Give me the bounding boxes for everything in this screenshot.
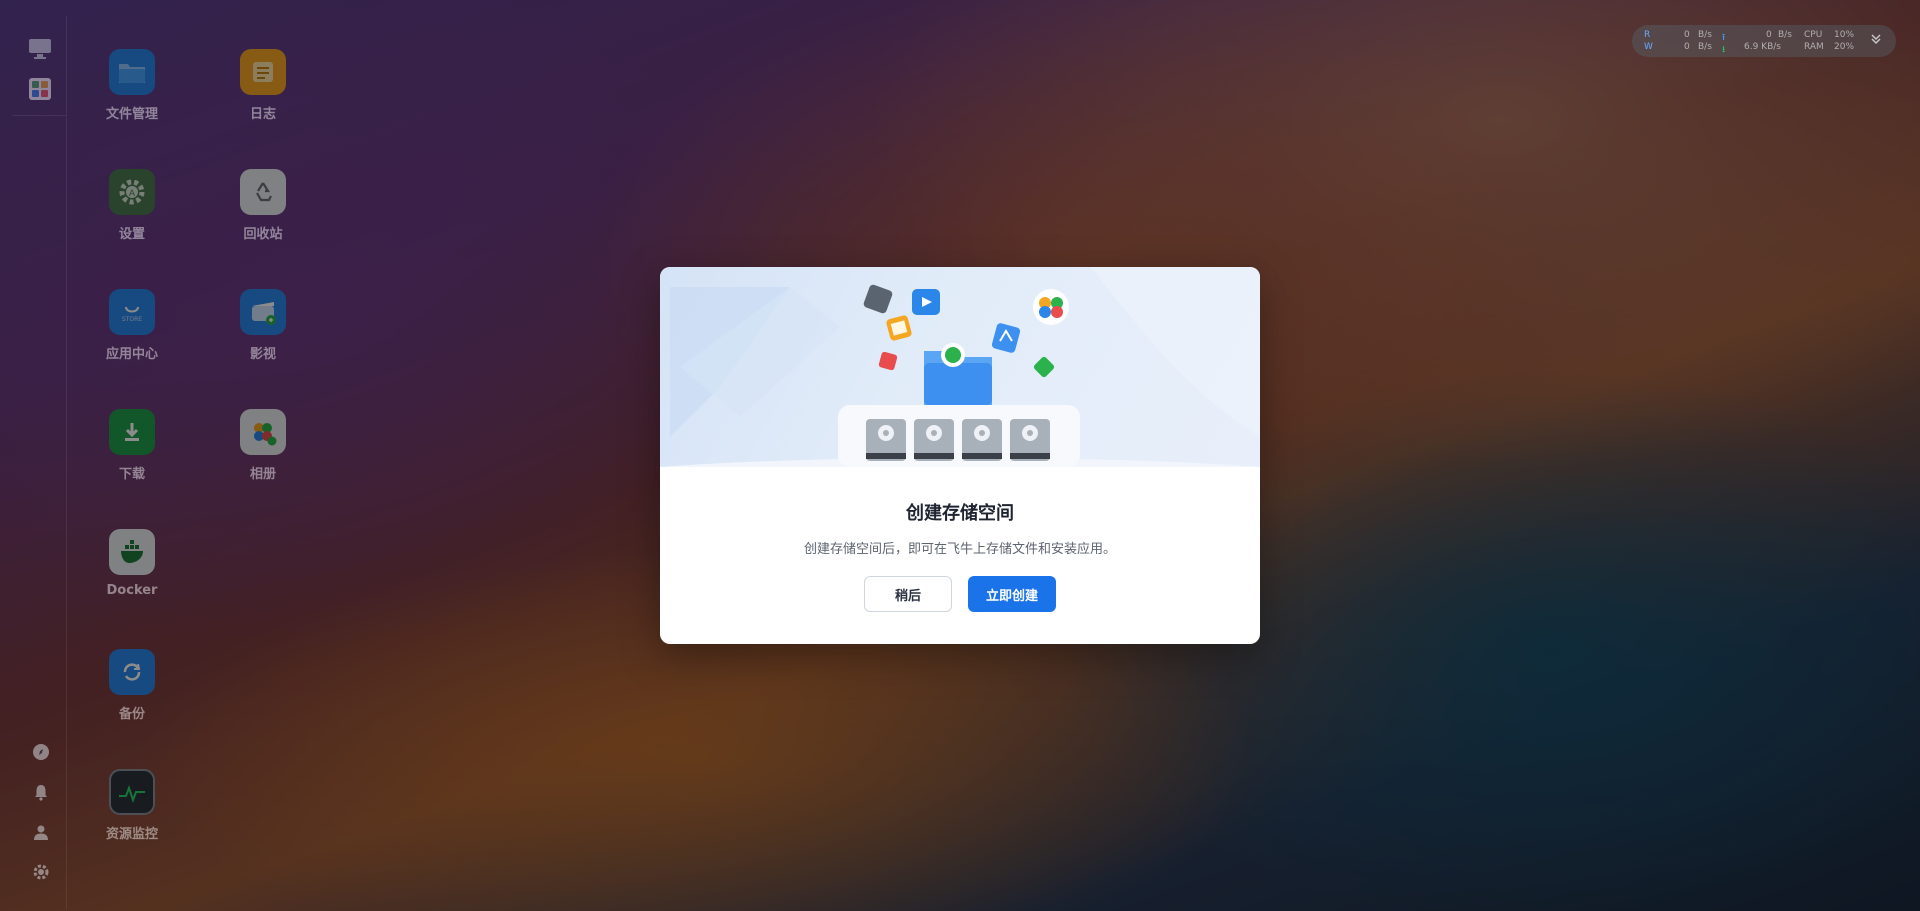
desktop-app-label: 相册 <box>249 467 276 482</box>
desktop-app-label: 回收站 <box>243 227 283 242</box>
upload-unit: B/s <box>1778 30 1792 40</box>
write-speed: 0 <box>1684 42 1690 52</box>
dialog-description: 创建存储空间后，即可在飞牛上存储文件和安装应用。 <box>803 542 1116 557</box>
desktop-app-settings[interactable]: A 设置 <box>77 169 187 242</box>
dock-divider <box>12 115 66 116</box>
app-grid-icon[interactable] <box>27 76 53 102</box>
upload-speed: 0 <box>1766 30 1772 40</box>
desktop-icon[interactable] <box>27 36 53 62</box>
photo-album-icon <box>240 409 286 455</box>
desktop-app-photo-album[interactable]: 相册 <box>208 409 318 482</box>
desktop-app-label: 文件管理 <box>105 107 158 122</box>
desktop-app-label: 影视 <box>249 347 276 362</box>
svg-text:A: A <box>129 189 136 199</box>
later-button[interactable]: 稍后 <box>864 576 952 612</box>
desktop-app-label: 日志 <box>249 107 276 122</box>
download-icon <box>109 409 155 455</box>
desktop-app-video[interactable]: 影视 <box>208 289 318 362</box>
download-speed: 6.9 KB/s <box>1744 42 1781 52</box>
desktop-app-label: 资源监控 <box>105 827 158 842</box>
dialog-illustration <box>660 267 1260 467</box>
compass-icon[interactable] <box>30 741 52 763</box>
folder-icon <box>109 49 155 95</box>
dialog-title: 创建存储空间 <box>906 503 1014 524</box>
desktop-app-download[interactable]: 下载 <box>77 409 187 482</box>
bell-icon[interactable] <box>30 781 52 803</box>
desktop-app-log[interactable]: 日志 <box>208 49 318 122</box>
desktop-app-docker[interactable]: Docker <box>77 529 187 598</box>
desktop-app-recycle-bin[interactable]: 回收站 <box>208 169 318 242</box>
resource-monitor-icon <box>109 769 155 815</box>
read-label: R <box>1644 30 1651 40</box>
chevron-down-icon[interactable] <box>1870 33 1882 48</box>
write-label: W <box>1644 42 1653 52</box>
docker-icon <box>109 529 155 575</box>
desktop-app-label: 应用中心 <box>105 347 158 362</box>
gear-icon[interactable] <box>30 861 52 883</box>
store-icon: STORE <box>109 289 155 335</box>
cpu-label: CPU <box>1804 30 1823 40</box>
recycle-bin-icon <box>240 169 286 215</box>
desktop-app-label: 设置 <box>118 227 145 242</box>
write-unit: B/s <box>1698 42 1712 52</box>
desktop-app-resource-monitor[interactable]: 资源监控 <box>77 769 187 842</box>
user-icon[interactable] <box>30 821 52 843</box>
download-arrow-icon: ⭳ <box>1722 45 1726 55</box>
desktop-app-backup[interactable]: 备份 <box>77 649 187 722</box>
desktop-app-label: 下载 <box>118 467 145 482</box>
log-icon <box>240 49 286 95</box>
create-storage-dialog: 创建存储空间 创建存储空间后，即可在飞牛上存储文件和安装应用。 稍后 立即创建 <box>660 267 1260 644</box>
system-stats-widget[interactable]: R 0 B/s ⭱ 0 B/s CPU 10% W 0 B/s ⭳ 6.9 KB… <box>1632 25 1896 57</box>
settings-icon: A <box>109 169 155 215</box>
read-speed: 0 <box>1684 30 1690 40</box>
video-icon <box>240 289 286 335</box>
desktop-app-file-manager[interactable]: 文件管理 <box>77 49 187 122</box>
desktop-app-store[interactable]: STORE 应用中心 <box>77 289 187 362</box>
read-unit: B/s <box>1698 30 1712 40</box>
left-dock <box>12 16 67 909</box>
svg-text:STORE: STORE <box>122 316 142 323</box>
desktop-app-label: Docker <box>106 583 158 598</box>
ram-label: RAM <box>1804 42 1824 52</box>
cpu-value: 10% <box>1834 30 1855 40</box>
desktop-app-label: 备份 <box>118 707 145 722</box>
backup-icon <box>109 649 155 695</box>
create-now-button[interactable]: 立即创建 <box>968 576 1056 612</box>
ram-value: 20% <box>1834 42 1855 52</box>
